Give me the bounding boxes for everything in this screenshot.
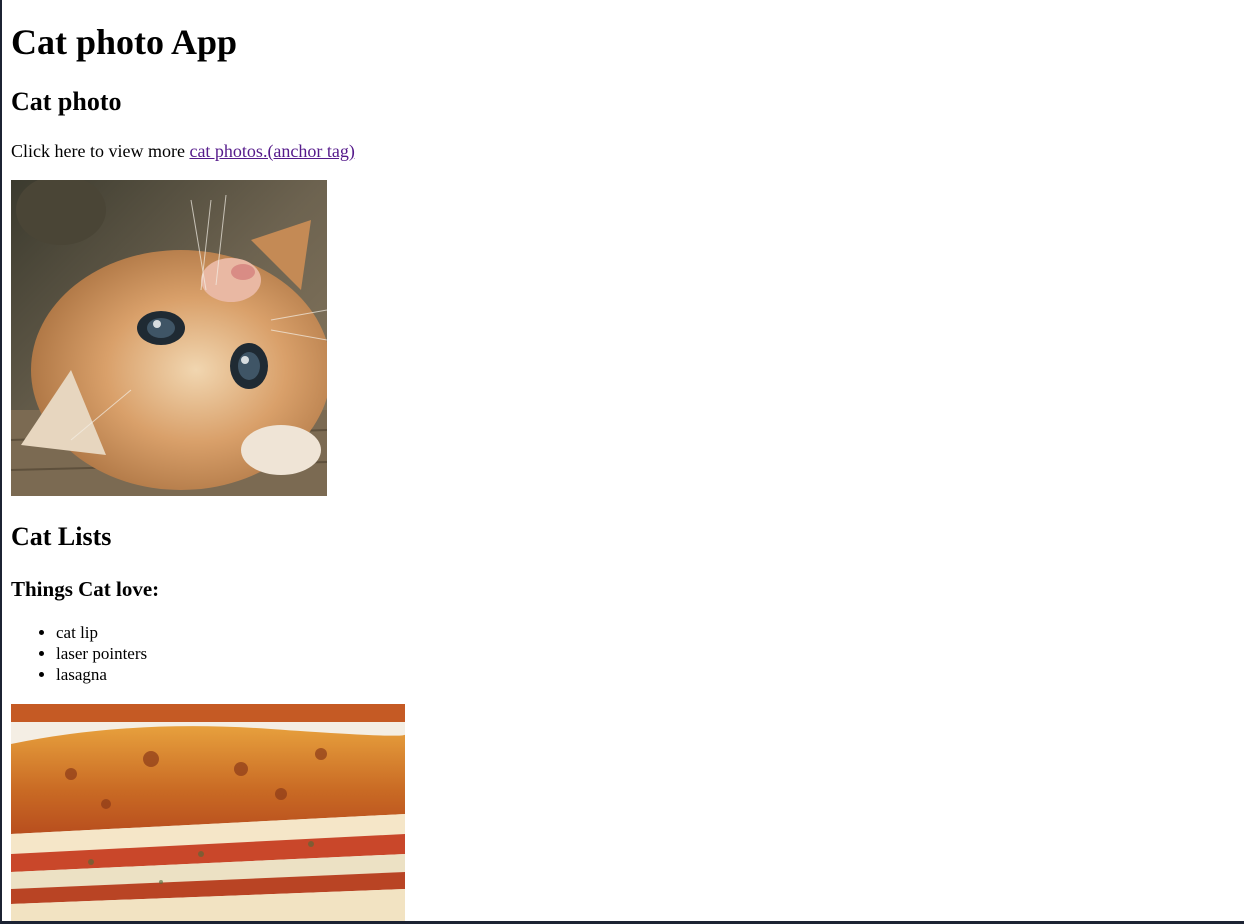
cat-photo-heading: Cat photo [11, 87, 122, 116]
things-list: cat lip laser pointers lasagna [11, 622, 147, 685]
list-item: laser pointers [56, 643, 147, 664]
intro-paragraph: Click here to view more cat photos.(anch… [11, 140, 355, 162]
cat-lists-heading: Cat Lists [11, 522, 112, 551]
cat-photo-image [11, 180, 327, 496]
page-title: Cat photo App [11, 22, 238, 62]
cat-photos-link[interactable]: cat photos.(anchor tag) [189, 141, 354, 161]
window-frame-left [0, 0, 2, 924]
intro-text: Click here to view more [11, 141, 190, 161]
kitten-illustration [11, 180, 327, 496]
lasagna-image [11, 704, 405, 921]
things-cat-love-heading: Things Cat love: [11, 577, 160, 601]
list-item: lasagna [56, 664, 147, 685]
lasagna-illustration [11, 704, 405, 921]
page-content: Cat photo App Cat photo Click here to vi… [11, 0, 1244, 921]
list-item: cat lip [56, 622, 147, 643]
